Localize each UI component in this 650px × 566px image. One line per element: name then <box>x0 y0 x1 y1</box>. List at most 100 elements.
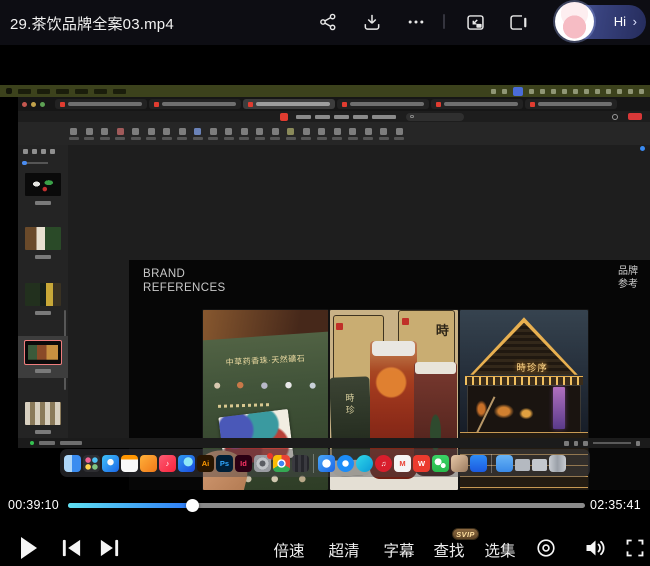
find-button[interactable]: 查找 <box>431 539 467 561</box>
slide-thumbnail-row[interactable] <box>18 336 68 378</box>
slide-thumbnail[interactable] <box>25 173 61 196</box>
dock-app-minimized-window-1[interactable] <box>515 459 530 471</box>
slide-thumbnail[interactable] <box>25 227 61 250</box>
speed-button[interactable]: 倍速 <box>271 539 307 561</box>
toolbar-icon[interactable] <box>285 128 296 140</box>
menubar-status-icon[interactable] <box>502 89 507 94</box>
menubar-menu-item[interactable] <box>75 89 88 94</box>
zoom-icon[interactable] <box>636 441 641 446</box>
menubar-status-icon[interactable] <box>529 89 534 94</box>
toolbar-icon[interactable] <box>130 128 141 140</box>
slide-thumbnail-row[interactable] <box>18 173 68 205</box>
dock-app-folder[interactable] <box>496 455 513 472</box>
slide-thumbnail-row[interactable] <box>18 283 68 315</box>
toolbar-icon[interactable] <box>347 128 358 140</box>
dock-app-minimized-window-2[interactable] <box>532 459 547 471</box>
menubar-menu-item[interactable] <box>37 89 50 94</box>
slide-thumbnail-row[interactable] <box>18 227 68 259</box>
dock-app-photos-dark[interactable] <box>292 455 309 472</box>
dock-app-launchpad[interactable] <box>83 455 100 472</box>
wps-document-tab[interactable] <box>525 99 617 109</box>
menubar-menu-item[interactable] <box>18 89 31 94</box>
view-mode-icon[interactable] <box>583 441 588 446</box>
wps-search-field[interactable] <box>406 113 464 121</box>
toolbar-icon[interactable] <box>115 128 126 140</box>
menu-item[interactable] <box>315 115 330 119</box>
menu-item[interactable] <box>372 115 396 119</box>
download-button[interactable] <box>360 10 384 34</box>
slide-thumbnail[interactable] <box>25 402 61 425</box>
menu-item[interactable] <box>296 115 311 119</box>
dock-app-trash[interactable] <box>549 455 566 472</box>
dock-app-safari[interactable] <box>102 455 119 472</box>
previous-button[interactable] <box>58 537 84 559</box>
assistant-button[interactable]: Hi › <box>556 5 646 39</box>
dock-app-wps[interactable]: W <box>413 455 430 472</box>
dock-app-calendar[interactable] <box>121 455 138 472</box>
toolbar-icon[interactable] <box>223 128 234 140</box>
toolbar-icon[interactable] <box>208 128 219 140</box>
screencast-button[interactable] <box>534 536 558 560</box>
dock-app-avatar[interactable] <box>451 455 468 472</box>
play-button[interactable] <box>14 534 42 562</box>
toolbar-icon[interactable] <box>84 128 95 140</box>
menubar-status-icon[interactable] <box>573 89 578 94</box>
slide-thumbnail-row[interactable] <box>18 402 68 434</box>
menubar-status-icon[interactable] <box>628 89 633 94</box>
dock-app-settings[interactable] <box>254 455 271 472</box>
progress-bar[interactable] <box>68 503 585 508</box>
dock-app-indesign[interactable]: Id <box>235 455 252 472</box>
toolbar-icon[interactable] <box>378 128 389 140</box>
more-button[interactable] <box>404 10 428 34</box>
dock-app-browser-blue[interactable] <box>178 455 195 472</box>
toolbar-icon[interactable] <box>394 128 405 140</box>
toolbar-icon[interactable] <box>68 128 79 140</box>
toolbar-icon[interactable] <box>363 128 374 140</box>
view-icon[interactable] <box>50 149 55 154</box>
menubar-status-icon[interactable] <box>551 89 556 94</box>
wps-document-tab[interactable] <box>337 99 429 109</box>
menubar-status-icon[interactable] <box>595 89 600 94</box>
toolbar-icon[interactable] <box>316 128 327 140</box>
wps-document-tab[interactable] <box>431 99 523 109</box>
dock-app-chrome[interactable] <box>273 455 290 472</box>
quality-button[interactable]: 超清 <box>326 539 362 561</box>
slide-thumbnail[interactable] <box>25 283 61 306</box>
wps-document-tab[interactable] <box>149 99 241 109</box>
dock-app-meeting[interactable] <box>318 455 335 472</box>
menubar-status-icon[interactable] <box>606 89 611 94</box>
volume-button[interactable] <box>582 536 608 560</box>
panel-view-icons[interactable] <box>23 149 55 154</box>
subtitle-button[interactable]: 字幕 <box>381 539 417 561</box>
info-icon[interactable] <box>612 114 618 120</box>
menubar-status-icon[interactable] <box>540 89 545 94</box>
dock-app-photoshop[interactable]: Ps <box>216 455 233 472</box>
toolbar-icon[interactable] <box>270 128 281 140</box>
dock-app-wechat[interactable] <box>432 455 449 472</box>
menubar-menu-item[interactable] <box>56 89 69 94</box>
dock-app-finder[interactable] <box>64 455 81 472</box>
dock-app-keynote[interactable] <box>470 455 487 472</box>
menubar-active-app-icon[interactable] <box>513 87 523 96</box>
menubar-status-icon[interactable] <box>639 89 644 94</box>
zoom-slider[interactable] <box>593 442 631 444</box>
menu-item[interactable] <box>353 115 368 119</box>
fullscreen-button[interactable] <box>623 537 647 559</box>
dock-app-docs-blue[interactable] <box>337 455 354 472</box>
dock-app-orange-app[interactable] <box>140 455 157 472</box>
toolbar-icon[interactable] <box>332 128 343 140</box>
next-button[interactable] <box>96 537 122 559</box>
toolbar-icon[interactable] <box>146 128 157 140</box>
apple-menu-icon[interactable] <box>6 88 12 94</box>
toolbar-icon[interactable] <box>239 128 250 140</box>
toolbar-icon[interactable] <box>161 128 172 140</box>
video-display-area[interactable]: BRAND REFERENCES 品牌 参考 中草药香珠·天然礦石 <box>0 45 650 490</box>
menubar-status-icon[interactable] <box>491 89 496 94</box>
progress-handle[interactable] <box>186 499 199 512</box>
dock-app-netease-music[interactable]: ♫ <box>375 455 392 472</box>
share-button[interactable] <box>316 10 340 34</box>
toolbar-icon[interactable] <box>254 128 265 140</box>
view-icon[interactable] <box>32 149 37 154</box>
toolbar-icon[interactable] <box>177 128 188 140</box>
menubar-menu-item[interactable] <box>113 89 126 94</box>
